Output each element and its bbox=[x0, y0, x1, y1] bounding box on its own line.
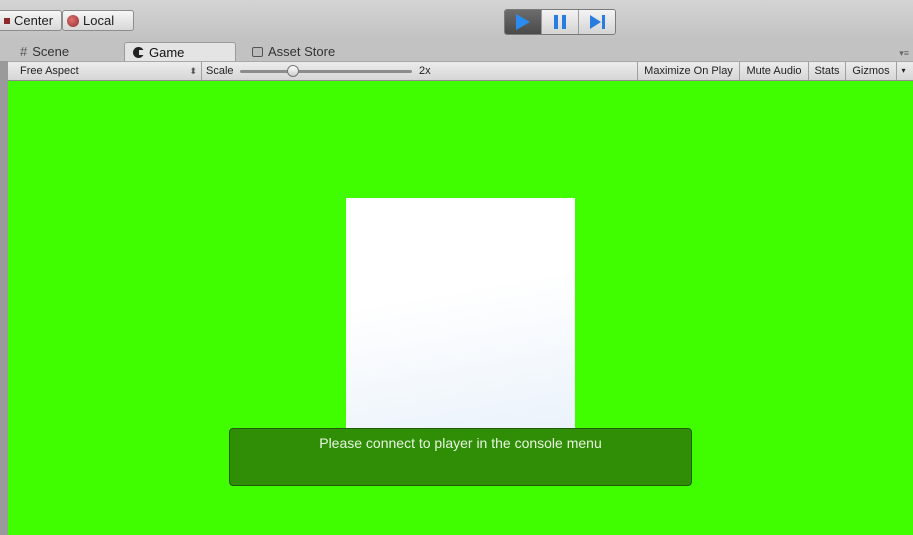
aspect-dropdown[interactable]: Free Aspect ⬍ bbox=[12, 62, 202, 80]
pivot-center-label: Center bbox=[14, 13, 54, 28]
pivot-local-label: Local bbox=[83, 13, 115, 28]
aspect-label: Free Aspect bbox=[20, 65, 79, 77]
tab-asset-store-label: Asset Store bbox=[268, 44, 336, 59]
pivot-icon bbox=[4, 17, 10, 24]
pause-icon bbox=[554, 15, 566, 29]
scale-label: Scale bbox=[206, 65, 234, 77]
tab-asset-store[interactable]: Asset Store bbox=[244, 42, 364, 61]
pause-button[interactable] bbox=[542, 10, 579, 34]
game-sprite bbox=[346, 198, 575, 433]
local-rotation-icon bbox=[67, 14, 79, 27]
scene-grid-icon: # bbox=[20, 44, 28, 59]
step-icon bbox=[589, 15, 605, 29]
tab-game[interactable]: Game bbox=[124, 42, 236, 61]
notice-text: Please connect to player in the console … bbox=[319, 435, 602, 451]
game-view-toolbar: Free Aspect ⬍ Scale 2x Maximize On Play … bbox=[8, 61, 913, 81]
panel-menu-icon[interactable]: ▾≡ bbox=[899, 48, 909, 59]
game-icon bbox=[133, 46, 145, 58]
tab-scene-label: Scene bbox=[32, 44, 70, 59]
play-button[interactable] bbox=[505, 10, 542, 34]
maximize-on-play-button[interactable]: Maximize On Play bbox=[637, 62, 739, 80]
main-toolbar: Center Local bbox=[0, 0, 913, 40]
tab-scene[interactable]: # Scene bbox=[12, 42, 122, 61]
gizmos-dropdown-icon[interactable]: ▾ bbox=[896, 62, 910, 80]
connect-notice: Please connect to player in the console … bbox=[229, 428, 692, 486]
pivot-center-button[interactable]: Center bbox=[0, 10, 62, 31]
pivot-local-button[interactable]: Local bbox=[62, 10, 134, 31]
scale-value: 2x bbox=[419, 65, 431, 77]
stats-button[interactable]: Stats bbox=[808, 62, 845, 80]
step-button[interactable] bbox=[579, 10, 615, 34]
asset-store-icon bbox=[252, 46, 263, 57]
view-tab-bar: # Scene Game Asset Store ▾≡ bbox=[0, 40, 913, 61]
left-edge bbox=[0, 61, 8, 535]
tab-game-label: Game bbox=[149, 44, 185, 60]
gizmos-button[interactable]: Gizmos bbox=[845, 62, 896, 80]
scale-slider-thumb[interactable] bbox=[287, 65, 300, 77]
scale-slider-track[interactable] bbox=[240, 70, 412, 73]
play-icon bbox=[516, 14, 530, 30]
playback-controls bbox=[504, 9, 616, 35]
mute-audio-button[interactable]: Mute Audio bbox=[739, 62, 808, 80]
dropdown-arrow-icon: ⬍ bbox=[189, 66, 197, 76]
